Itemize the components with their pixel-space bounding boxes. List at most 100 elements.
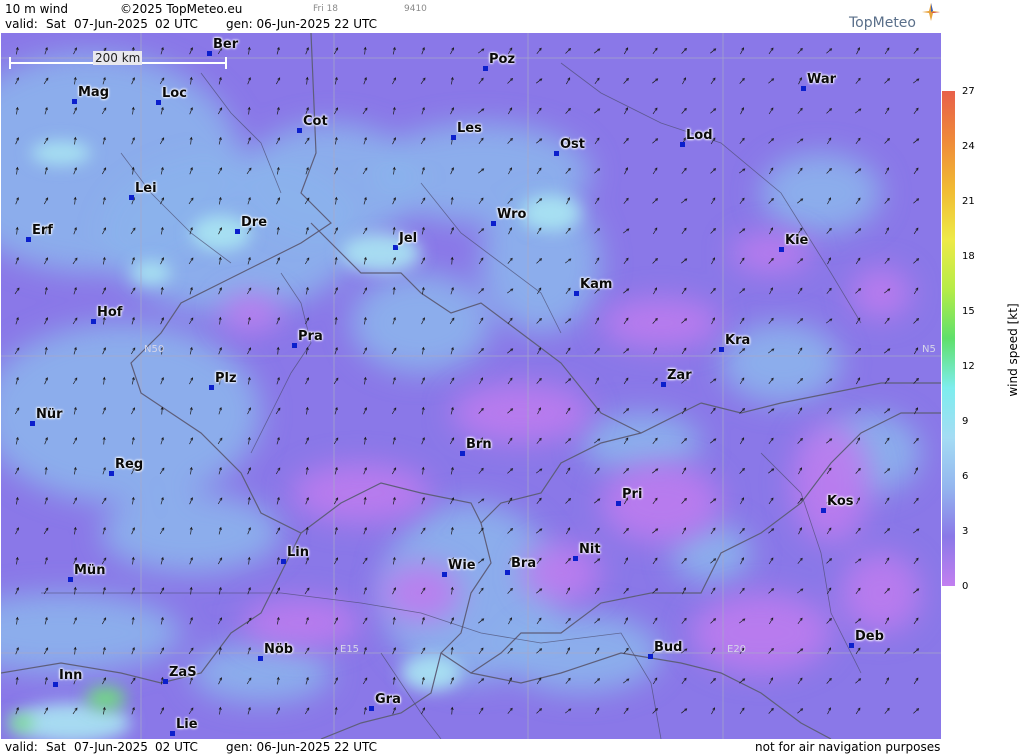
legend-tick-label: 18: [962, 251, 975, 262]
city-label: Erf: [32, 223, 53, 238]
city-marker: [109, 471, 114, 476]
city-label: Deb: [855, 629, 884, 644]
city-label: Wie: [448, 558, 476, 573]
city-marker: [129, 195, 134, 200]
city-marker: [849, 643, 854, 648]
run-tag: Fri 18: [313, 4, 339, 14]
city-label: Mün: [74, 563, 106, 578]
footer-valid-day: Sat: [46, 740, 66, 754]
grid-label-n5: N5: [922, 344, 936, 355]
city-marker: [258, 656, 263, 661]
city-label: Reg: [115, 457, 144, 472]
brand-compass-icon: [922, 3, 940, 21]
city-marker: [442, 572, 447, 577]
city-label: Loc: [162, 86, 187, 101]
grid-label-e20: E20: [727, 644, 747, 655]
city-marker: [30, 421, 35, 426]
city-label: Pra: [298, 329, 323, 344]
city-marker: [207, 51, 212, 56]
city-label: Ber: [213, 37, 239, 52]
city-label: Gra: [375, 692, 401, 707]
city-label: Kos: [827, 494, 854, 509]
legend-tick-label: 3: [962, 526, 969, 537]
legend-title: wind speed [kt]: [1006, 303, 1020, 397]
city-marker: [779, 247, 784, 252]
city-marker: [209, 385, 214, 390]
city-marker: [393, 245, 398, 250]
city-label: Dre: [241, 215, 268, 230]
city-marker: [574, 291, 579, 296]
city-label: Bra: [511, 556, 537, 571]
city-marker: [483, 66, 488, 71]
city-marker: [491, 221, 496, 226]
city-label: Bud: [654, 640, 683, 655]
city-label: Wro: [497, 207, 527, 222]
city-marker: [680, 142, 685, 147]
valid-day: Sat: [46, 17, 66, 31]
city-marker: [281, 559, 286, 564]
city-marker: [297, 128, 302, 133]
city-marker: [72, 99, 77, 104]
legend-tick-label: 21: [962, 196, 975, 207]
city-label: Brn: [466, 437, 492, 452]
city-label: War: [807, 72, 837, 87]
legend-tick-label: 0: [962, 581, 969, 592]
scale-bar-label: 200 km: [93, 51, 143, 65]
valid-label: valid:: [5, 17, 38, 31]
copyright: ©2025 TopMeteo.eu: [120, 2, 243, 16]
city-label: Zar: [667, 368, 692, 383]
city-label: Inn: [59, 668, 83, 683]
legend-tick-label: 24: [962, 141, 975, 152]
city-marker: [156, 100, 161, 105]
city-marker: [26, 237, 31, 242]
footer-valid-date: 07-Jun-2025: [74, 740, 148, 754]
city-label: Lod: [686, 128, 713, 143]
run-code: 9410: [404, 4, 427, 14]
legend-tick-label: 27: [962, 86, 975, 97]
city-marker: [163, 679, 168, 684]
footer-generated-label: gen: 06-Jun-2025 22 UTC: [226, 740, 378, 754]
city-label: Lei: [135, 181, 157, 196]
wind-map[interactable]: 200 km N50 N5 E15 E20 Ber Poz War Mag Loc Cot…: [1, 33, 941, 739]
city-marker: [460, 451, 465, 456]
grid-label-n50: N50: [144, 344, 165, 355]
city-marker: [170, 731, 175, 736]
city-marker: [661, 382, 666, 387]
scale-bar: 200 km: [9, 51, 227, 69]
city-marker: [68, 577, 73, 582]
city-label: Jel: [399, 231, 418, 246]
city-label: Pri: [622, 487, 643, 502]
legend-tick-label: 12: [962, 361, 975, 372]
city-label: Plz: [215, 371, 237, 386]
city-marker: [821, 508, 826, 513]
city-label: Ost: [560, 137, 586, 152]
valid-date: 07-Jun-2025: [74, 17, 148, 31]
city-marker: [616, 501, 621, 506]
city-label: Nöb: [264, 642, 294, 657]
city-marker: [801, 86, 806, 91]
city-label: Hof: [97, 305, 123, 320]
wind-field: [1, 33, 941, 739]
city-label: Lin: [287, 545, 309, 560]
city-label: Kra: [725, 333, 751, 348]
city-marker: [451, 135, 456, 140]
valid-time: 02 UTC: [155, 17, 198, 31]
legend-tick-label: 6: [962, 471, 969, 482]
city-label: Cot: [303, 114, 328, 129]
city-marker: [719, 347, 724, 352]
city-marker: [91, 319, 96, 324]
brand-logo-text: TopMeteo: [849, 15, 916, 31]
city-marker: [554, 151, 559, 156]
product-title: 10 m wind: [5, 2, 68, 16]
city-marker: [505, 570, 510, 575]
city-label: Mag: [78, 85, 110, 100]
city-marker: [369, 706, 374, 711]
city-label: Nit: [579, 542, 601, 557]
city-label: ZaS: [169, 665, 197, 680]
footer-disclaimer: not for air navigation purposes: [755, 740, 941, 754]
legend-color-bar: [942, 91, 955, 586]
city-marker: [573, 556, 578, 561]
legend-tick-label: 15: [962, 306, 975, 317]
city-marker: [53, 682, 58, 687]
city-label: Kam: [580, 277, 613, 292]
